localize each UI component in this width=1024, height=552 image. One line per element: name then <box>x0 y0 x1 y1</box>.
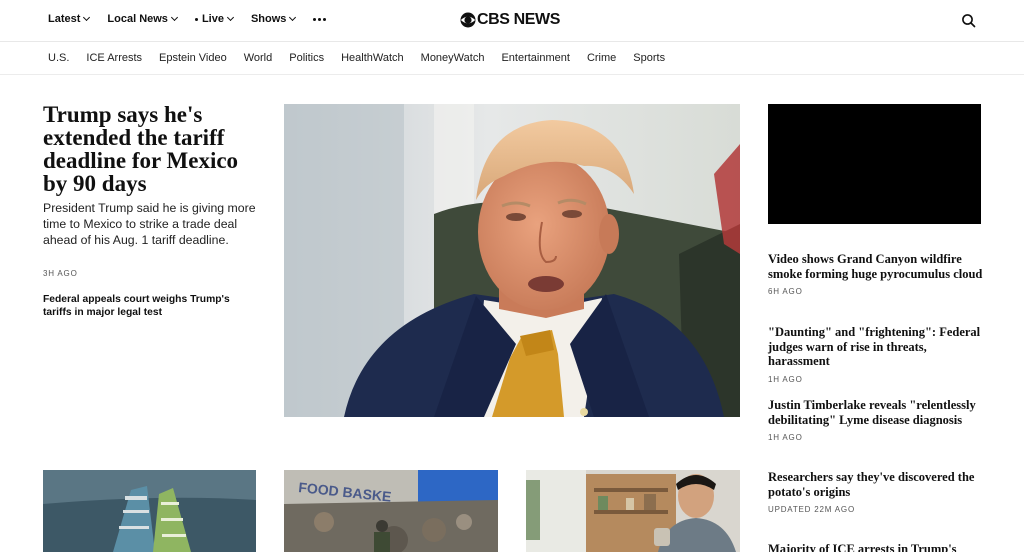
video-player[interactable] <box>768 104 981 224</box>
section-link-healthwatch[interactable]: HealthWatch <box>341 52 404 64</box>
story-thumbnail-coffee[interactable] <box>526 470 740 552</box>
story-thumbnail-tankers[interactable] <box>43 470 256 552</box>
more-menu-icon[interactable] <box>313 17 327 21</box>
tanker-ships-image <box>43 470 256 552</box>
section-link-crime[interactable]: Crime <box>587 52 616 64</box>
rail-headline[interactable]: Majority of ICE arrests in Trump's <box>768 542 988 552</box>
man-with-mug-image <box>526 470 740 552</box>
nav-local-news-label: Local News <box>107 13 168 25</box>
rail-headline[interactable]: Video shows Grand Canyon wildfire smoke … <box>768 252 988 281</box>
section-link-moneywatch[interactable]: MoneyWatch <box>421 52 485 64</box>
section-link-world[interactable]: World <box>244 52 273 64</box>
section-link-epstein-video[interactable]: Epstein Video <box>159 52 227 64</box>
cbs-eye-icon <box>460 12 476 28</box>
section-link-politics[interactable]: Politics <box>289 52 324 64</box>
chevron-down-icon <box>170 13 178 22</box>
lead-headline[interactable]: Trump says he's extended the tariff dead… <box>43 103 258 195</box>
nav-live[interactable]: Live <box>194 13 234 25</box>
rail-story: Majority of ICE arrests in Trump's <box>768 542 988 552</box>
chevron-down-icon <box>289 13 297 22</box>
section-link-entertainment[interactable]: Entertainment <box>501 52 569 64</box>
rubble-scene-image: FOOD BASKE <box>284 470 498 552</box>
rail-story: Video shows Grand Canyon wildfire smoke … <box>768 252 988 296</box>
section-navigation: U.S. ICE Arrests Epstein Video World Pol… <box>0 43 1024 75</box>
rail-timestamp: 6H AGO <box>768 287 803 296</box>
nav-latest-label: Latest <box>48 13 81 25</box>
rail-story: Justin Timberlake reveals "relentlessly … <box>768 398 988 442</box>
lead-summary: President Trump said he is giving more t… <box>43 201 256 247</box>
primary-nav: Latest Local News Live Shows <box>48 13 327 25</box>
nav-live-label: Live <box>201 13 224 25</box>
logo-text: CBS NEWS <box>477 11 561 28</box>
story-thumbnail-gaza[interactable]: FOOD BASKE <box>284 470 498 552</box>
rail-headline[interactable]: Researchers say they've discovered the p… <box>768 470 988 499</box>
top-navigation-bar: Latest Local News Live Shows CBS NEWS <box>0 0 1024 42</box>
lead-timestamp: 3H AGO <box>43 269 78 278</box>
rail-timestamp: UPDATED 22M AGO <box>768 505 855 514</box>
nav-shows-label: Shows <box>250 13 287 25</box>
rail-headline[interactable]: Justin Timberlake reveals "relentlessly … <box>768 398 988 427</box>
nav-shows[interactable]: Shows <box>250 13 297 25</box>
nav-latest[interactable]: Latest <box>48 13 91 25</box>
section-links: U.S. ICE Arrests Epstein Video World Pol… <box>48 52 682 64</box>
chevron-down-icon <box>83 13 91 22</box>
live-dot-icon <box>194 17 198 21</box>
section-link-ice-arrests[interactable]: ICE Arrests <box>86 52 142 64</box>
cbs-news-logo[interactable]: CBS NEWS <box>460 11 560 29</box>
rail-timestamp: 1H AGO <box>768 374 803 384</box>
rail-story: "Daunting" and "frightening": Federal ju… <box>768 325 988 384</box>
nav-local-news[interactable]: Local News <box>107 13 178 25</box>
portrait-illustration <box>284 104 740 417</box>
rail-timestamp: 1H AGO <box>768 433 803 442</box>
search-icon[interactable] <box>960 12 978 30</box>
rail-headline[interactable]: "Daunting" and "frightening": Federal ju… <box>768 325 988 369</box>
lead-hero-image[interactable] <box>284 104 740 417</box>
chevron-down-icon <box>226 13 234 22</box>
related-story-link[interactable]: Federal appeals court weighs Trump's tar… <box>43 293 258 319</box>
section-link-sports[interactable]: Sports <box>633 52 665 64</box>
rail-story: Researchers say they've discovered the p… <box>768 470 988 514</box>
section-link-us[interactable]: U.S. <box>48 52 69 64</box>
